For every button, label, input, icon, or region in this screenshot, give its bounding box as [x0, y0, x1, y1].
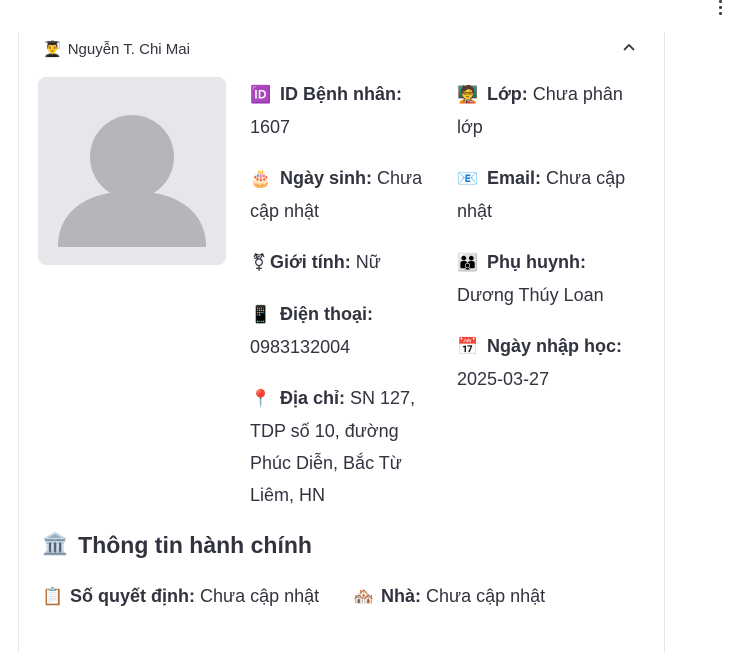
avatar: [38, 77, 226, 265]
decision-number-value: Chưa cập nhật: [200, 586, 320, 606]
patient-id-label: ID Bệnh nhân:: [280, 84, 402, 104]
phone-value: 0983132004: [250, 337, 351, 357]
admin-section-heading: Thông tin hành chính: [78, 532, 312, 558]
email-icon: 📧: [457, 169, 479, 188]
parent-field: 👪 Phụ huynh: Dương Thúy Loan: [457, 246, 642, 311]
house-field: 🏘️ Nhà: Chưa cập nhật: [353, 580, 545, 613]
expander-title: Nguyễn T. Chi Mai: [67, 40, 190, 58]
family-icon: 👪: [457, 253, 479, 272]
class-value: Chưa phân lớp: [457, 84, 623, 137]
enrollment-date-label: Ngày nhập học:: [487, 336, 623, 356]
address-label: Địa chỉ:: [280, 388, 346, 408]
patient-id-value: 1607: [250, 117, 291, 137]
enrollment-date-field: 📅 Ngày nhập học: 2025-03-27: [457, 330, 642, 395]
admin-section-title: 🏛️ Thông tin hành chính: [42, 528, 312, 562]
more-options-menu-icon[interactable]: [714, 0, 726, 16]
houses-icon: 🏘️: [353, 587, 375, 606]
email-value: Chưa cập nhật: [457, 168, 626, 221]
house-label: Nhà:: [381, 586, 421, 606]
expander-header[interactable]: 👨‍🎓 Nguyễn T. Chi Mai: [43, 38, 190, 60]
email-label: Email:: [487, 168, 542, 188]
birthday-cake-icon: 🎂: [250, 169, 272, 188]
house-value: Chưa cập nhật: [426, 586, 546, 606]
mobile-phone-icon: 📱: [250, 305, 272, 324]
phone-label: Điện thoại:: [280, 304, 373, 324]
location-pin-icon: 📍: [250, 389, 272, 408]
class-label: Lớp:: [487, 84, 528, 104]
teacher-icon: 🧑‍🏫: [457, 85, 479, 104]
id-icon: 🆔: [250, 85, 272, 104]
chevron-up-icon[interactable]: [621, 39, 637, 55]
phone-field: 📱 Điện thoại: 0983132004: [250, 298, 430, 363]
student-graduate-icon: 👨‍🎓: [43, 41, 62, 58]
gender-value: Nữ: [355, 252, 381, 272]
gender-label: Giới tính:: [270, 252, 351, 272]
government-building-icon: 🏛️: [42, 533, 69, 556]
decision-number-field: 📋 Số quyết định: Chưa cập nhật: [42, 580, 319, 613]
parent-label: Phụ huynh:: [487, 252, 586, 272]
email-field: 📧 Email: Chưa cập nhật: [457, 162, 642, 227]
enrollment-date-value: 2025-03-27: [457, 369, 550, 389]
gender-icon: ⚧: [251, 253, 267, 272]
decision-number-label: Số quyết định:: [70, 586, 195, 606]
birthdate-field: 🎂 Ngày sinh: Chưa cập nhật: [250, 162, 430, 227]
gender-field: ⚧ Giới tính: Nữ: [250, 246, 430, 279]
calendar-icon: 📅: [457, 337, 479, 356]
birthdate-label: Ngày sinh:: [280, 168, 373, 188]
person-placeholder-icon: [58, 115, 206, 247]
parent-value: Dương Thúy Loan: [457, 285, 604, 305]
class-field: 🧑‍🏫 Lớp: Chưa phân lớp: [457, 78, 642, 143]
address-field: 📍 Địa chỉ: SN 127, TDP số 10, đường Phúc …: [250, 382, 420, 511]
patient-id-field: 🆔 ID Bệnh nhân: 1607: [250, 78, 430, 143]
clipboard-icon: 📋: [42, 587, 64, 606]
